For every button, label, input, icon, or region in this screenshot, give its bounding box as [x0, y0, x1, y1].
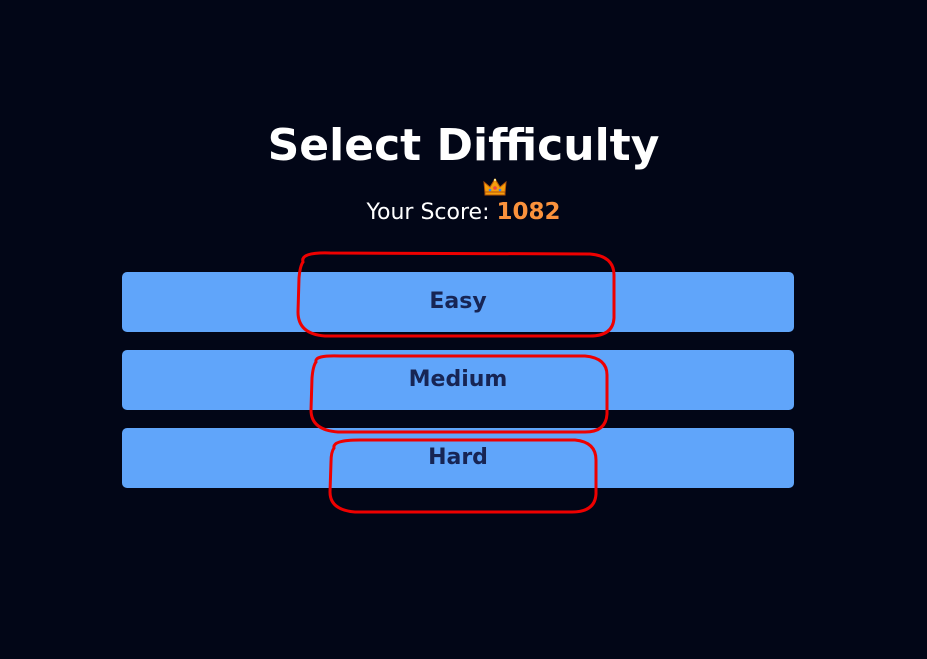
score-label: Your Score:: [366, 200, 497, 225]
easy-button[interactable]: Easy: [122, 272, 794, 332]
medium-button[interactable]: Medium: [122, 350, 794, 410]
score-display: Your Score: 1082: [0, 197, 927, 228]
crown-icon: [483, 178, 507, 196]
score-value: 1082: [496, 199, 561, 225]
hard-button[interactable]: Hard: [122, 428, 794, 488]
page-title: Select Difficulty: [267, 120, 660, 171]
